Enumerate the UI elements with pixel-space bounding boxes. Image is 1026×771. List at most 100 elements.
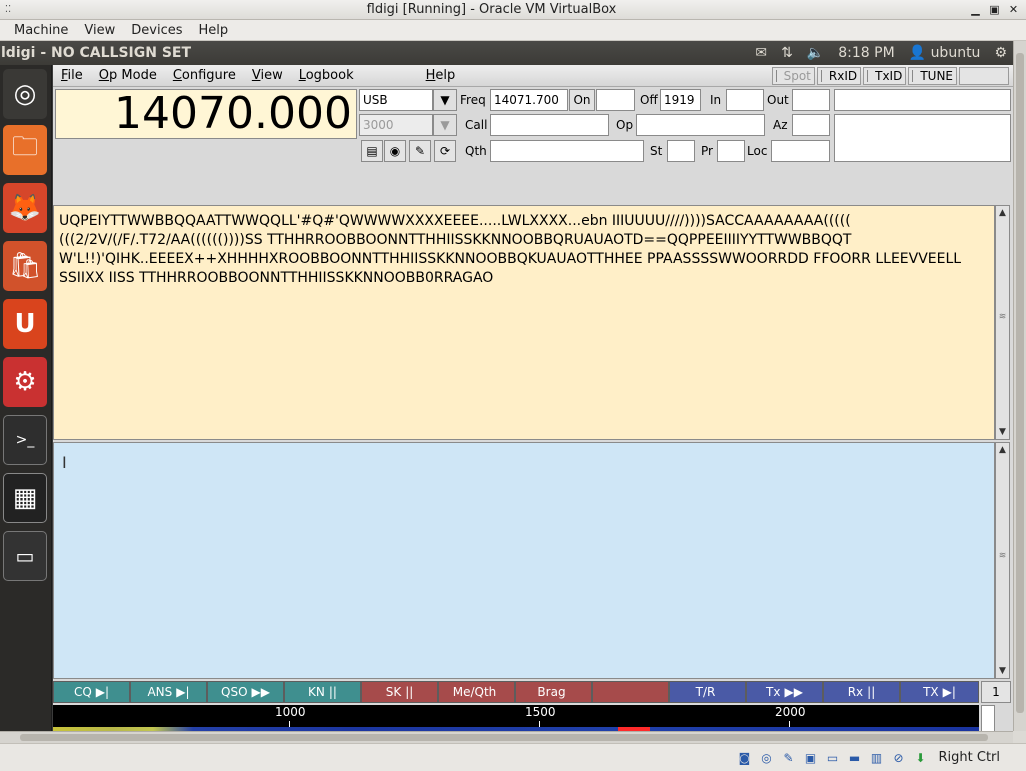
host-key-icon[interactable]: ⬇ [913, 750, 929, 766]
az-input[interactable] [792, 114, 830, 136]
qth-input[interactable] [490, 140, 644, 162]
macro-tx-stop-button[interactable]: TX ▶| [900, 681, 979, 703]
macro-set-button[interactable]: 1 [981, 681, 1011, 703]
hard-disk-icon[interactable]: ◙ [737, 750, 753, 766]
menu-file[interactable]: File [53, 68, 91, 83]
user-name: ubuntu [930, 45, 981, 61]
notes-input[interactable] [834, 114, 1011, 162]
menu-machine[interactable]: Machine [6, 23, 76, 38]
host-horizontal-scrollbar[interactable] [0, 731, 1013, 743]
scroll-down-icon[interactable]: ▼ [996, 664, 1009, 678]
frequency-display[interactable]: 14070.000 [55, 89, 357, 139]
display-icon[interactable]: ▭ [825, 750, 841, 766]
system-settings-icon[interactable]: ⚙ [3, 357, 47, 407]
call-input[interactable] [490, 114, 609, 136]
rx-scrollbar[interactable]: ▲ ≋ ▼ [995, 205, 1010, 440]
transmit-text-pane[interactable]: I [53, 442, 995, 679]
freq-input[interactable]: 14071.700 [490, 89, 568, 111]
st-label: St [650, 144, 663, 158]
fldigi-icon[interactable]: ▦ [3, 473, 47, 523]
bandwidth-dropdown-icon[interactable]: ▼ [433, 114, 457, 136]
op-label: Op [616, 118, 634, 132]
macro-ans-button[interactable]: ANS ▶| [130, 681, 207, 703]
macro-brag-button[interactable]: Brag [515, 681, 592, 703]
tune-toggle[interactable]: TUNE [908, 67, 957, 85]
minimize-icon[interactable]: ▁ [967, 2, 984, 18]
loc-input[interactable] [771, 140, 830, 162]
window-grip-icon[interactable]: ⁚⁚ [0, 0, 16, 20]
mode-select[interactable]: USB [359, 89, 433, 111]
mouse-integration-icon[interactable]: ⊘ [891, 750, 907, 766]
in-input[interactable] [726, 89, 764, 111]
tx-scrollbar[interactable]: ▲ ≋ ▼ [995, 442, 1010, 679]
ubuntu-launcher: ◎ 🗀 🦊 🛍 U ⚙ >_ ▦ ▭ [0, 65, 52, 731]
menu-help-fldigi[interactable]: Help [418, 68, 464, 83]
terminal-icon[interactable]: >_ [3, 415, 47, 465]
macro-qso-button[interactable]: QSO ▶▶ [207, 681, 284, 703]
macro-tx-button[interactable]: Tx ▶▶ [746, 681, 823, 703]
rxid-toggle[interactable]: RxID [816, 67, 862, 85]
network-icon[interactable]: ⇅ [781, 45, 793, 61]
user-menu[interactable]: 👤 ubuntu [909, 45, 981, 61]
fldigi-menubar: File Op Mode Configure View Logbook Help… [53, 65, 1013, 87]
macro-bar: CQ ▶| ANS ▶| QSO ▶▶ KN || SK || Me/Qth Brag T… [53, 681, 979, 703]
network-adapter-icon[interactable]: ▬ [847, 750, 863, 766]
user-icon: 👤 [908, 45, 927, 61]
files-icon[interactable]: 🗀 [3, 125, 47, 175]
host-vertical-scrollbar[interactable] [1013, 41, 1026, 731]
clear-broom-icon[interactable]: ✎ [409, 140, 431, 162]
scroll-down-icon[interactable]: ▼ [996, 425, 1009, 439]
maximize-icon[interactable]: ▣ [986, 2, 1003, 18]
op-input[interactable] [636, 114, 765, 136]
menu-view-fldigi[interactable]: View [244, 68, 291, 83]
spot-toggle[interactable]: Spot [771, 67, 815, 85]
mode-dropdown-icon[interactable]: ▼ [433, 89, 457, 111]
ubuntu-one-icon[interactable]: U [3, 299, 47, 349]
receive-text-pane[interactable]: UQPEIYTTWWBBQQAATTWWQQLL'#Q#'QWWWWXXXXEE… [53, 205, 995, 440]
menu-view[interactable]: View [76, 23, 123, 38]
extra-toggle[interactable] [959, 67, 1009, 85]
menu-help[interactable]: Help [191, 23, 237, 38]
macro-empty-button[interactable] [592, 681, 669, 703]
gear-icon[interactable]: ⚙ [994, 45, 1007, 61]
menu-configure[interactable]: Configure [165, 68, 244, 83]
pr-input[interactable] [717, 140, 745, 162]
video-capture-icon[interactable]: ▥ [869, 750, 885, 766]
macro-tr-button[interactable]: T/R [669, 681, 746, 703]
name-input[interactable] [834, 89, 1011, 111]
clock[interactable]: 8:18 PM [838, 45, 894, 61]
mail-icon[interactable]: ✉ [755, 45, 767, 61]
shared-folders-icon[interactable]: ▣ [803, 750, 819, 766]
log-icon[interactable]: ▤ [361, 140, 383, 162]
st-input[interactable] [667, 140, 695, 162]
call-label: Call [465, 118, 488, 132]
menu-logbook[interactable]: Logbook [291, 68, 362, 83]
menu-devices[interactable]: Devices [123, 23, 190, 38]
scroll-up-icon[interactable]: ▲ [996, 443, 1009, 457]
out-input[interactable] [792, 89, 830, 111]
off-input[interactable]: 1919 [660, 89, 701, 111]
macro-rx-button[interactable]: Rx || [823, 681, 900, 703]
close-icon[interactable]: ✕ [1005, 2, 1022, 18]
volume-icon[interactable]: 🔈 [807, 45, 824, 61]
optical-drive-icon[interactable]: ◎ [759, 750, 775, 766]
on-input[interactable] [596, 89, 635, 111]
scroll-up-icon[interactable]: ▲ [996, 206, 1009, 220]
firefox-icon[interactable]: 🦊 [3, 183, 47, 233]
guest-screen: ldigi - NO CALLSIGN SET ✉ ⇅ 🔈 8:18 PM 👤 … [0, 41, 1013, 731]
active-window-title: ldigi - NO CALLSIGN SET [1, 45, 192, 61]
macro-kn-button[interactable]: KN || [284, 681, 361, 703]
usb-icon[interactable]: ✎ [781, 750, 797, 766]
macro-cq-button[interactable]: CQ ▶| [53, 681, 130, 703]
macro-meqth-button[interactable]: Me/Qth [438, 681, 515, 703]
macro-sk-button[interactable]: SK || [361, 681, 438, 703]
software-center-icon[interactable]: 🛍 [3, 241, 47, 291]
save-log-icon[interactable]: ⟳ [434, 140, 456, 162]
bandwidth-select[interactable]: 3000 [359, 114, 433, 136]
txid-toggle[interactable]: TxID [863, 67, 907, 85]
menu-op-mode[interactable]: Op Mode [91, 68, 165, 83]
globe-icon[interactable]: ◉ [384, 140, 406, 162]
workspace-switcher-icon[interactable]: ▭ [3, 531, 47, 581]
dash-icon[interactable]: ◎ [3, 69, 47, 119]
on-button[interactable]: On [569, 89, 595, 111]
